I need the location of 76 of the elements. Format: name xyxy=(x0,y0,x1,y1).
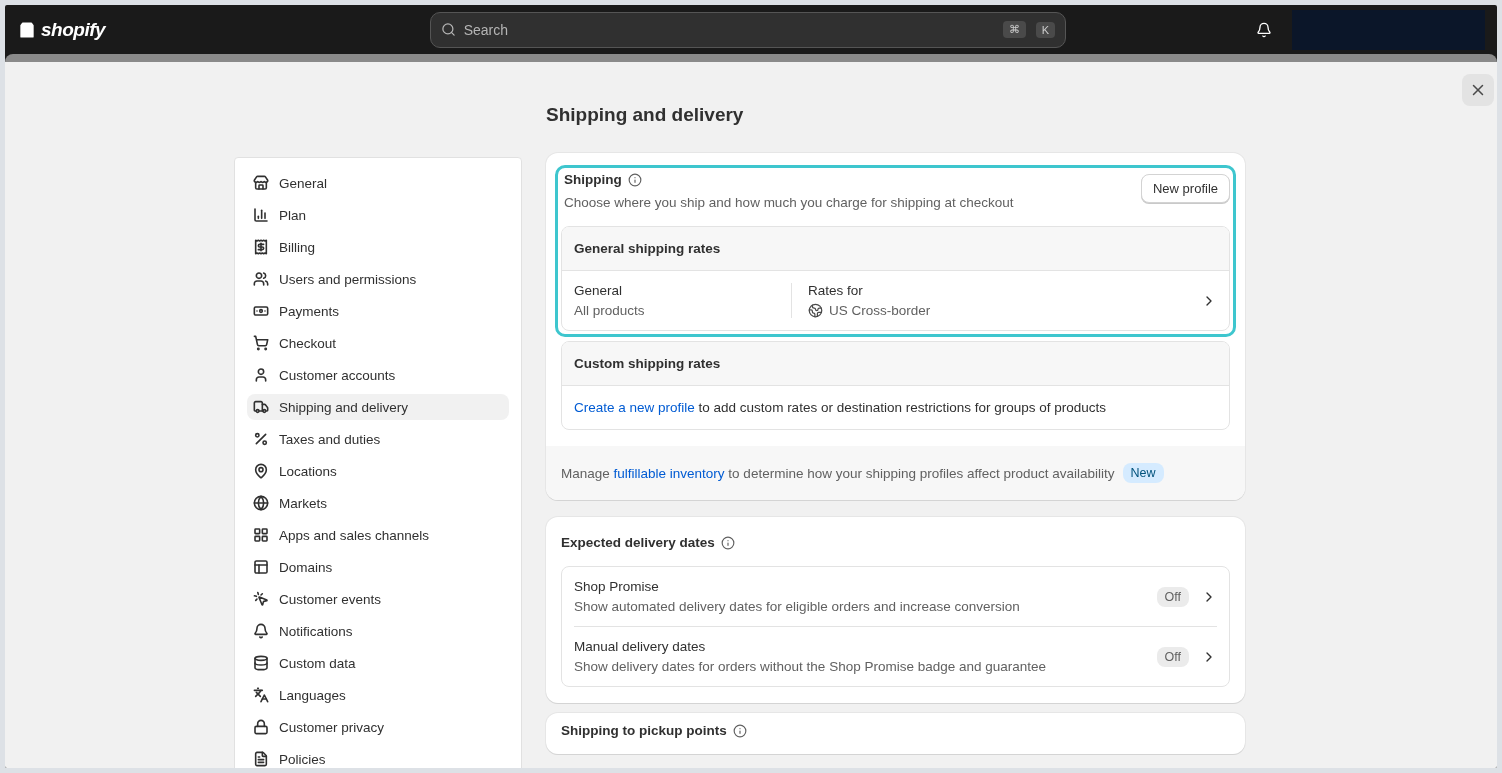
custom-rates-text: Create a new profile to add custom rates or destination restrictions for groups of products xyxy=(573,399,1108,417)
keyboard-key: ⌘ xyxy=(1002,21,1026,38)
sidebar-item[interactable]: Apps and sales channels xyxy=(247,522,509,548)
sidebar-item[interactable]: Domains xyxy=(247,554,509,580)
sidebar-item[interactable]: General xyxy=(247,170,509,196)
logo[interactable]: shopify xyxy=(41,18,106,41)
profile-scope: All products xyxy=(574,303,646,318)
card-title: Shipping xyxy=(564,172,622,187)
cart-icon xyxy=(253,335,269,351)
lock-icon xyxy=(253,719,269,735)
close-button[interactable] xyxy=(1462,74,1494,106)
search-input[interactable]: Search xyxy=(461,20,993,39)
panel-heading: General shipping rates xyxy=(562,227,1229,271)
option-description: Show automated delivery dates for eligible orders and increase conversion xyxy=(574,599,1021,614)
fulfillable-inventory-link[interactable]: fulfillable inventory xyxy=(613,465,725,481)
zone-name: US Cross-border xyxy=(829,303,931,318)
user-icon xyxy=(253,367,269,383)
map-pin-icon xyxy=(253,463,269,479)
create-profile-link[interactable]: Create a new profile xyxy=(574,400,695,415)
sidebar-item[interactable]: Checkout xyxy=(247,330,509,356)
card-subtitle: Choose where you ship and how much you charge for shipping at checkout xyxy=(564,195,1014,210)
new-badge: New xyxy=(1122,463,1164,483)
globe-icon xyxy=(808,303,823,318)
sidebar-item[interactable]: Locations xyxy=(247,458,509,484)
card-title: Expected delivery dates xyxy=(561,535,715,550)
sidebar-item[interactable]: Taxes and duties xyxy=(247,426,509,452)
users-icon xyxy=(253,271,269,287)
window-icon xyxy=(253,559,269,575)
delivery-option-row[interactable]: Shop Promise Show automated delivery dates for eligible orders and increase conversion Off xyxy=(574,567,1217,626)
sidebar-item[interactable]: Customer events xyxy=(247,586,509,612)
database-icon xyxy=(253,655,269,671)
sidebar-item[interactable]: Shipping and delivery xyxy=(247,394,509,420)
info-icon[interactable] xyxy=(627,172,642,187)
sidebar-item[interactable]: Billing xyxy=(247,234,509,260)
keyboard-key: K xyxy=(1035,21,1056,38)
globe-icon xyxy=(253,495,269,511)
bar-chart-icon xyxy=(253,207,269,223)
grid-icon xyxy=(253,527,269,543)
delivery-option-row[interactable]: Manual delivery dates Show delivery dates for orders without the Shop Promise badge and guarantee Off xyxy=(574,626,1217,686)
sidebar-item[interactable]: Customer accounts xyxy=(247,362,509,388)
new-profile-button[interactable]: New profile xyxy=(1140,174,1230,203)
info-icon[interactable] xyxy=(720,535,735,550)
rates-row[interactable]: General All products Rates for US Cross-border xyxy=(562,271,1229,330)
search-field[interactable]: Search ⌘ K xyxy=(429,11,1067,48)
rates-label: Rates for xyxy=(808,283,864,298)
truck-icon xyxy=(253,399,269,415)
languages-icon xyxy=(253,687,269,703)
sidebar-item[interactable]: Markets xyxy=(247,490,509,516)
option-title: Manual delivery dates xyxy=(574,639,707,654)
option-title: Shop Promise xyxy=(574,579,660,594)
bell-icon xyxy=(253,623,269,639)
status-badge: Off xyxy=(1156,646,1189,667)
sidebar-item[interactable]: Plan xyxy=(247,202,509,228)
sidebar-item[interactable]: Users and permissions xyxy=(247,266,509,292)
percent-icon xyxy=(253,431,269,447)
footer-text: Manage fulfillable inventory to determine how your shipping profiles affect product availability xyxy=(561,465,1115,481)
status-badge: Off xyxy=(1156,586,1189,607)
profile-name: General xyxy=(574,283,624,298)
cursor-click-icon xyxy=(253,591,269,607)
store-icon xyxy=(253,175,269,191)
option-description: Show delivery dates for orders without the Shop Promise badge and guarantee xyxy=(574,659,1048,674)
sidebar-item[interactable]: Customer privacy xyxy=(247,714,509,740)
sidebar-item[interactable]: Custom data xyxy=(247,650,509,676)
info-icon[interactable] xyxy=(732,723,747,738)
receipt-icon xyxy=(253,239,269,255)
sidebar-item[interactable]: Payments xyxy=(247,298,509,324)
panel-heading: Custom shipping rates xyxy=(562,342,1229,386)
bell-icon xyxy=(1256,21,1273,38)
banknote-icon xyxy=(253,303,269,319)
document-icon xyxy=(253,751,269,767)
page-title: Shipping and delivery xyxy=(546,104,745,126)
sidebar-item[interactable]: Policies xyxy=(247,746,509,768)
card-title: Shipping to pickup points xyxy=(561,723,727,738)
sidebar-item[interactable]: Notifications xyxy=(247,618,509,644)
search-icon xyxy=(440,22,456,37)
sidebar-item[interactable]: Languages xyxy=(247,682,509,708)
